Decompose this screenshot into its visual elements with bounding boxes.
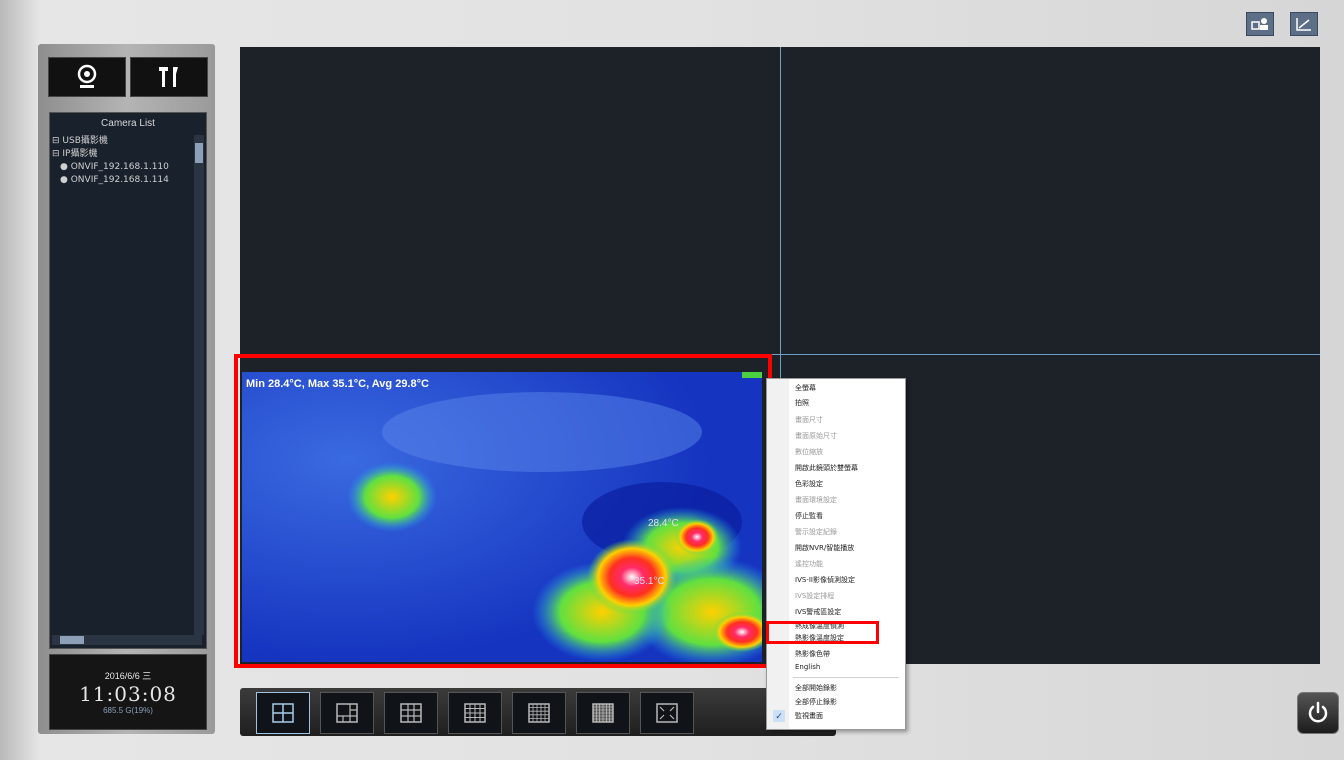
menu-separator — [793, 677, 899, 678]
grid-6x6-icon — [592, 703, 614, 723]
disk-usage: 685.5 G(19%) — [103, 706, 153, 715]
tools-icon — [159, 67, 178, 87]
chart-icon[interactable] — [1290, 12, 1318, 36]
menu-item-open-nvr[interactable]: 開啟NVR/智能播放 — [795, 543, 854, 553]
grid-1plus5-icon — [336, 703, 358, 723]
highlight-thermal-view — [234, 354, 772, 668]
layout-5x5-button[interactable] — [512, 692, 566, 734]
clock-panel: 2016/6/6 三 11:03:08 685.5 G(19%) — [49, 654, 207, 730]
layout-4x4-button[interactable] — [448, 692, 502, 734]
layout-6x6-button[interactable] — [576, 692, 630, 734]
tree-group-label: IP攝影機 — [62, 149, 98, 159]
power-button[interactable] — [1297, 692, 1339, 734]
camera-network-icon[interactable] — [1246, 12, 1274, 36]
tree-group-ip[interactable]: ⊟ IP攝影機 — [52, 148, 169, 161]
menu-item-digital-zoom[interactable]: 數位縮放 — [795, 447, 823, 457]
horizontal-scroll-thumb[interactable] — [60, 636, 84, 644]
check-icon: ✓ — [773, 710, 785, 722]
camera-list-title: Camera List — [101, 118, 155, 129]
clock-date: 2016/6/6 三 — [104, 671, 152, 681]
menu-item-ivs-schedule[interactable]: IVS設定排程 — [795, 591, 834, 601]
menu-item-color-settings[interactable]: 色彩設定 — [795, 479, 823, 489]
menu-item-stop-all-recording[interactable]: 全部停止錄影 — [795, 697, 837, 707]
camera-tree: ⊟ USB攝影機 ⊟ IP攝影機 ● ONVIF_192.168.1.110 ●… — [52, 135, 169, 187]
menu-item-picture-size[interactable]: 畫面尺寸 — [795, 415, 823, 425]
tree-item-camera[interactable]: ● ONVIF_192.168.1.110 — [52, 161, 169, 174]
menu-item-env-settings[interactable]: 畫面環境設定 — [795, 495, 837, 505]
layout-3x3-button[interactable] — [384, 692, 438, 734]
fullscreen-view-button[interactable] — [640, 692, 694, 734]
menu-item-remote-control[interactable]: 遙控功能 — [795, 559, 823, 569]
camera-name: ONVIF_192.168.1.110 — [70, 162, 169, 172]
grid-5x5-icon — [528, 703, 550, 723]
menu-icon-gutter — [767, 379, 789, 729]
menu-item-english[interactable]: English — [795, 663, 820, 671]
menu-item-original-size[interactable]: 畫面原始尺寸 — [795, 431, 837, 441]
menu-item-dual-screen[interactable]: 開啟此鏡頭於雙螢幕 — [795, 463, 858, 473]
expand-icon — [656, 703, 678, 723]
camera-list: Camera List ⊟ USB攝影機 ⊟ IP攝影機 ● ONVIF_192… — [49, 112, 207, 649]
tree-group-usb[interactable]: ⊟ USB攝影機 — [52, 135, 169, 148]
menu-item-thermal-palette[interactable]: 熱影像色帶 — [795, 649, 830, 659]
menu-item-alarm-log[interactable]: 警示設定紀錄 — [795, 527, 837, 537]
power-icon — [1308, 701, 1328, 723]
grid-2x2-icon — [272, 703, 294, 723]
grid-4x4-icon — [464, 703, 486, 723]
menu-item-monitor-view[interactable]: 監視畫面 — [795, 711, 823, 721]
layout-2x2-button[interactable] — [256, 692, 310, 734]
vertical-scroll-thumb[interactable] — [195, 143, 203, 163]
webcam-icon — [77, 64, 97, 88]
menu-item-ivs-zone[interactable]: IVS警戒區設定 — [795, 607, 841, 617]
grid-3x3-icon — [400, 703, 422, 723]
menu-item-fullscreen[interactable]: 全螢幕 — [795, 383, 816, 393]
clock-time: 11:03:08 — [79, 682, 177, 706]
vertical-scrollbar[interactable] — [194, 135, 204, 635]
settings-button[interactable] — [130, 57, 208, 97]
monitor-button[interactable] — [48, 57, 126, 97]
context-menu: 全螢幕 拍照 畫面尺寸 畫面原始尺寸 數位縮放 開啟此鏡頭於雙螢幕 色彩設定 畫… — [766, 378, 906, 730]
highlight-menu-item — [766, 621, 879, 644]
layout-1plus5-button[interactable] — [320, 692, 374, 734]
tree-group-label: USB攝影機 — [62, 136, 108, 146]
tree-item-camera[interactable]: ● ONVIF_192.168.1.114 — [52, 174, 169, 187]
menu-item-start-all-recording[interactable]: 全部開始錄影 — [795, 683, 837, 693]
menu-item-stop-monitor[interactable]: 停止監看 — [795, 511, 823, 521]
menu-item-snapshot[interactable]: 拍照 — [795, 398, 809, 408]
camera-name: ONVIF_192.168.1.114 — [70, 175, 169, 185]
menu-item-ivs-detection[interactable]: IVS-II影像偵測設定 — [795, 575, 855, 585]
